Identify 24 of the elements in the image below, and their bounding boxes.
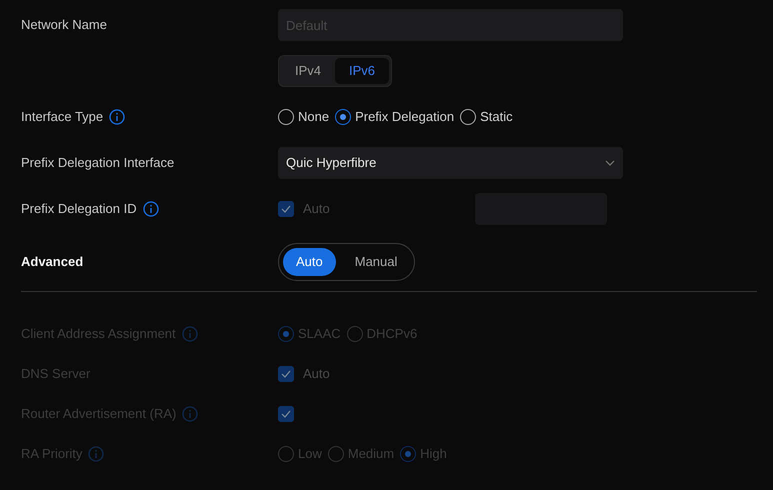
info-icon[interactable] [142, 201, 159, 217]
segment-button[interactable]: Auto [283, 248, 336, 276]
field-label: Interface Type [21, 108, 104, 126]
info-icon[interactable] [109, 109, 126, 125]
tab[interactable]: IPv6 [335, 58, 390, 84]
radio-button[interactable] [460, 109, 476, 125]
check-icon [281, 370, 291, 378]
field-label: Network Name [21, 16, 107, 34]
option-label: Prefix Delegation [355, 108, 454, 126]
field-label: Prefix Delegation ID [21, 200, 137, 218]
check-icon [281, 205, 291, 213]
option-label: None [298, 108, 330, 126]
checkbox-label: Auto [303, 365, 330, 384]
field-label: Prefix Delegation Interface [21, 154, 174, 172]
segment-button[interactable]: Manual [342, 248, 410, 276]
tab[interactable]: IPv4 [281, 58, 336, 84]
option-label: Static [480, 108, 513, 126]
dropdown[interactable]: Quic Hyperfibre [278, 147, 623, 179]
field-label: Advanced [21, 253, 84, 272]
check-icon [281, 410, 291, 418]
chevron-down-icon [605, 160, 615, 166]
radio-button[interactable] [335, 109, 352, 125]
radio-button[interactable] [278, 109, 294, 125]
checkbox-label: Auto [303, 200, 330, 218]
